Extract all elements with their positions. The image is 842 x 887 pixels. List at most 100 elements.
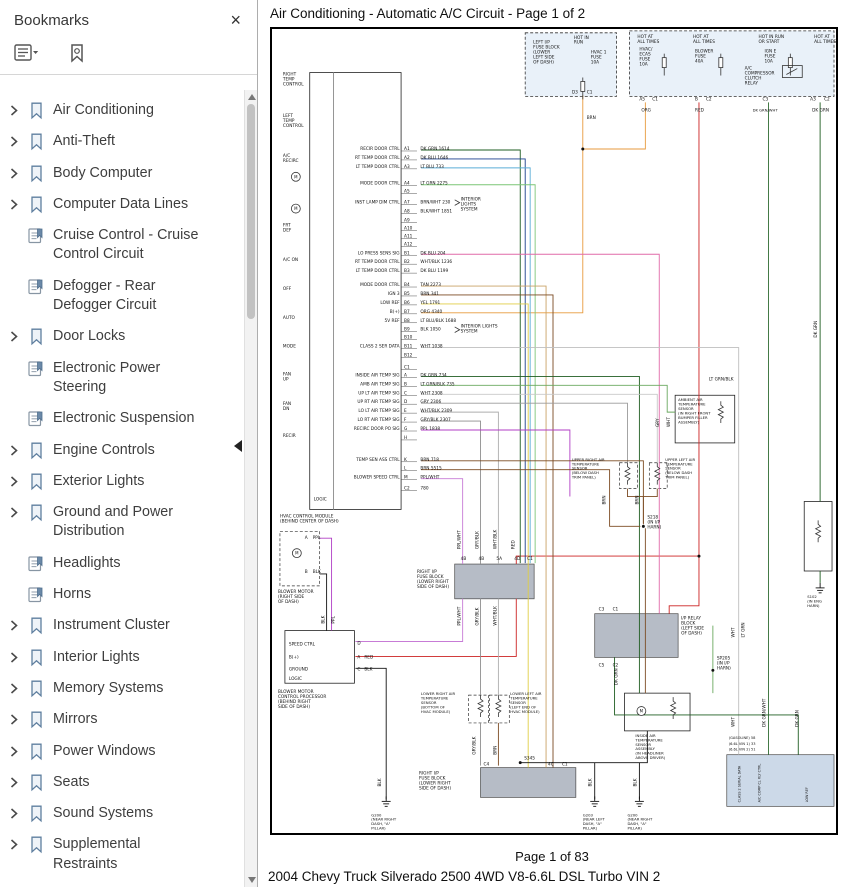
bookmark-item-label: Electronic Suspension [53,409,194,428]
svg-text:B12: B12 [404,353,413,359]
svg-text:G200(NEAR RIGHTDASH, "A"PILLAR: G200(NEAR RIGHTDASH, "A"PILLAR) [371,813,397,830]
chevron-right-icon[interactable] [9,807,20,820]
svg-text:M: M [294,206,298,211]
chevron-right-icon[interactable] [9,104,20,117]
svg-text:CLASS 2 SERIAL DATA: CLASS 2 SERIAL DATA [738,765,742,802]
svg-text:FRTDEF: FRTDEF [283,222,292,233]
bookmark-item[interactable]: Seats [0,767,244,798]
chevron-right-icon[interactable] [9,651,20,664]
svg-text:B5: B5 [404,291,410,297]
svg-text:WHT: WHT [731,627,737,637]
svg-text:RECIR DOOR CTRL: RECIR DOOR CTRL [360,146,400,152]
bookmarks-panel-title: Bookmarks [14,12,89,29]
svg-text:C2: C2 [824,96,830,102]
close-icon[interactable]: × [230,11,241,29]
bookmark-item[interactable]: Engine Controls [0,435,244,466]
svg-text:DK GRN 1614: DK GRN 1614 [420,146,449,152]
svg-text:A4: A4 [404,181,410,187]
bookmark-icon [27,742,46,761]
chevron-right-icon[interactable] [9,475,20,488]
bookmark-item[interactable]: Interior Lights [0,642,244,673]
bookmark-item[interactable]: Body Computer [0,158,244,189]
bookmark-icon [27,327,46,346]
svg-text:DK GRN 734: DK GRN 734 [420,372,447,378]
svg-text:C2: C2 [404,486,410,492]
svg-text:PPL: PPL [313,535,321,541]
svg-text:PPL/WHT: PPL/WHT [457,530,463,549]
svg-text:RED: RED [510,540,516,550]
chevron-right-icon[interactable] [9,135,20,148]
svg-text:5A: 5A [496,556,502,562]
chevron-right-icon[interactable] [9,198,20,211]
svg-text:DK BLU 204: DK BLU 204 [420,250,445,256]
bookmark-item-label: Mirrors [53,710,97,729]
bookmark-icon [27,648,46,667]
bookmark-item[interactable]: Instrument Cluster [0,610,244,641]
chevron-right-icon[interactable] [9,838,20,851]
chevron-right-icon[interactable] [9,330,20,343]
bookmark-item-label: Exterior Lights [53,472,144,491]
panel-options-icon[interactable] [12,41,41,65]
bookmark-item[interactable]: Power Windows [0,736,244,767]
svg-text:C1: C1 [587,89,593,95]
bookmark-item[interactable]: Headlights [0,548,244,579]
bookmark-item[interactable]: Supplemental Restraints [0,829,244,880]
svg-text:B6: B6 [404,300,410,306]
svg-text:LO RT AIR TEMP SIG: LO RT AIR TEMP SIG [358,417,400,423]
bookmark-item[interactable]: Air Conditioning [0,95,244,126]
svg-text:RECIR: RECIR [283,433,296,439]
bookmark-item[interactable]: Anti-Theft [0,126,244,157]
svg-text:ORG: ORG [641,107,651,113]
bookmark-item-label: Anti-Theft [53,132,115,151]
bookmark-item[interactable]: Electronic Power Steering [0,353,244,404]
svg-text:LT GRN/BLK 735: LT GRN/BLK 735 [420,381,454,387]
svg-text:UP LT AIR TEMP SIG: UP LT AIR TEMP SIG [358,390,399,396]
bookmarks-scrollbar[interactable] [244,90,257,887]
bookmark-item[interactable]: Mirrors [0,704,244,735]
svg-text:B: B [305,569,308,575]
chevron-right-icon[interactable] [9,682,20,695]
svg-text:4B: 4B [479,556,485,562]
svg-text:LT GRN 2275: LT GRN 2275 [420,181,448,187]
chevron-right-icon[interactable] [9,713,20,726]
chevron-right-icon[interactable] [9,167,20,180]
svg-text:CLASS 2 SER DATA: CLASS 2 SER DATA [360,344,400,350]
svg-text:YEL 1791: YEL 1791 [419,300,440,306]
bookmark-item[interactable]: Ground and Power Distribution [0,497,244,548]
chevron-right-icon[interactable] [9,745,20,758]
svg-text:DK GRN: DK GRN [794,710,800,727]
svg-text:DK BLU 1646: DK BLU 1646 [420,155,448,161]
bookmark-item[interactable]: Horns [0,579,244,610]
chevron-right-icon[interactable] [9,506,20,519]
chevron-right-icon[interactable] [9,776,20,789]
bookmark-item[interactable]: Computer Data Lines [0,189,244,220]
bookmark-item[interactable]: Sound Systems [0,798,244,829]
locate-bookmark-icon[interactable] [65,41,89,65]
scroll-up-icon[interactable] [248,94,256,100]
scroll-down-icon[interactable] [248,877,256,883]
bookmark-item-label: Cruise Control - Cruise Control Circuit [53,226,205,265]
bookmark-item[interactable]: Transmissions [0,880,244,887]
svg-text:B7: B7 [404,309,410,315]
chevron-right-icon[interactable] [9,619,20,632]
bookmark-page-icon [27,554,46,573]
chevron-right-icon[interactable] [9,444,20,457]
bookmark-item[interactable]: Memory Systems [0,673,244,704]
bookmark-page-icon [27,359,46,378]
svg-text:HVAC CONTROL MODULE(BEHIND CEN: HVAC CONTROL MODULE(BEHIND CENTER OF DAS… [280,513,339,524]
bookmark-item[interactable]: Defogger - Rear Defogger Circuit [0,271,244,322]
bookmark-item[interactable]: Exterior Lights [0,466,244,497]
svg-text:C5: C5 [599,662,605,668]
svg-text:PPL 1838: PPL 1838 [420,426,440,432]
bookmark-item[interactable]: Door Locks [0,321,244,352]
bookmark-icon [27,195,46,214]
bookmark-item[interactable]: Cruise Control - Cruise Control Circuit [0,220,244,271]
scrollbar-thumb[interactable] [247,104,255,319]
svg-text:BRN: BRN [587,115,596,121]
svg-text:BLK: BLK [588,778,594,786]
svg-text:INTERIOR LIGHTSSYSTEM: INTERIOR LIGHTSSYSTEM [461,324,498,335]
collapse-panel-icon[interactable] [234,440,242,452]
svg-text:AMB AIR TEMP SIG: AMB AIR TEMP SIG [360,381,399,387]
svg-text:C: C [357,666,360,672]
bookmark-item[interactable]: Electronic Suspension [0,403,244,434]
